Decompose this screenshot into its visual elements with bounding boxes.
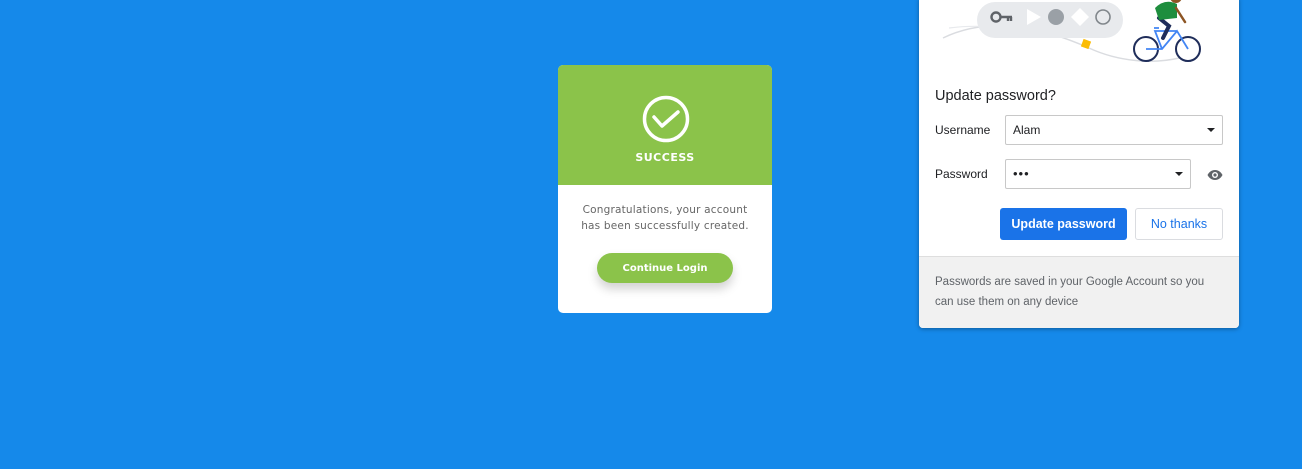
chevron-down-icon	[1175, 172, 1183, 176]
password-label: Password	[935, 167, 988, 181]
password-select[interactable]: •••	[1005, 159, 1191, 189]
eye-icon[interactable]	[1207, 169, 1223, 181]
password-value: •••	[1013, 166, 1030, 181]
success-message: Congratulations, your account has been s…	[572, 202, 758, 234]
username-select[interactable]: Alam	[1005, 115, 1223, 145]
chevron-down-icon	[1207, 128, 1215, 132]
success-card: SUCCESS Congratulations, your account ha…	[558, 65, 772, 313]
success-title: SUCCESS	[635, 151, 695, 164]
key-and-cyclist-illustration	[942, 0, 1201, 62]
update-password-button[interactable]: Update password	[1000, 208, 1127, 240]
username-label: Username	[935, 123, 991, 137]
no-thanks-button[interactable]: No thanks	[1135, 208, 1223, 240]
username-value: Alam	[1013, 123, 1041, 137]
success-message-line1: Congratulations, your account	[582, 204, 748, 216]
continue-login-button[interactable]: Continue Login	[597, 253, 733, 283]
popup-footer: Passwords are saved in your Google Accou…	[919, 256, 1239, 328]
update-password-popup: Update password? Username Alam Password …	[919, 0, 1239, 328]
popup-title: Update password?	[935, 88, 1056, 104]
check-circle-icon	[642, 95, 690, 143]
success-message-line2: has been successfully created.	[581, 220, 749, 232]
success-header: SUCCESS	[558, 65, 772, 185]
